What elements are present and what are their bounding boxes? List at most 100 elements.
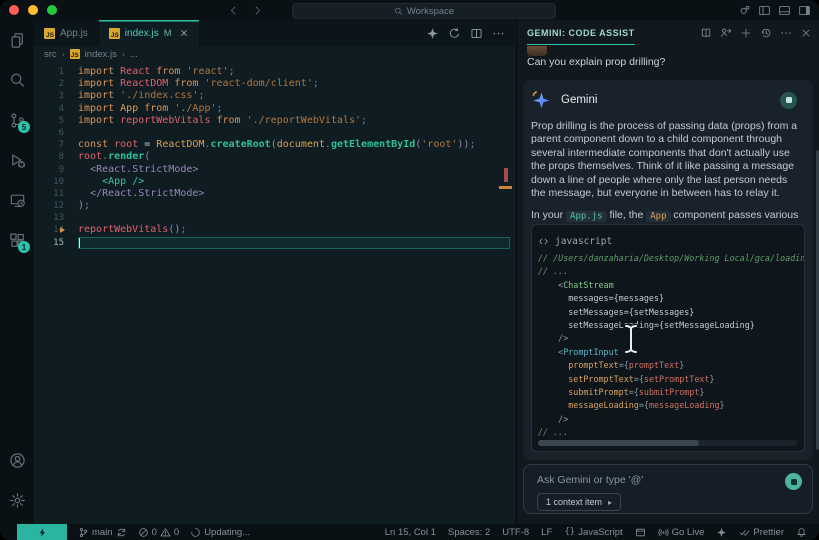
remote-indicator[interactable] <box>17 524 67 540</box>
split-icon[interactable] <box>470 27 483 40</box>
browser-icon <box>635 527 646 538</box>
feedback-icon[interactable] <box>720 27 732 39</box>
code-block-line: messageLoading={messageLoading} <box>538 400 725 411</box>
sparkle-icon[interactable] <box>426 27 439 40</box>
line-number: 8 <box>58 152 64 163</box>
command-center[interactable]: Workspace <box>292 3 556 19</box>
close-icon[interactable] <box>179 28 189 38</box>
status-ln-15-col-1[interactable]: Ln 15, Col 1 <box>385 527 436 538</box>
activity-source-control[interactable]: 5 <box>0 100 34 140</box>
account-icon <box>9 452 26 469</box>
tab-index.js[interactable]: JS index.js M <box>98 20 200 46</box>
status-bar: main 0 0 Updating... Ln 15, Col 1 Spaces… <box>0 524 819 540</box>
forward-arrow-icon[interactable] <box>252 5 263 16</box>
assistant-paragraph: Prop drilling is the process of passing … <box>531 120 798 200</box>
layout-panel-icon[interactable] <box>778 4 791 17</box>
back-arrow-icon[interactable] <box>228 5 239 16</box>
status-bell[interactable] <box>796 527 807 538</box>
status-prettier[interactable]: Prettier <box>739 527 784 538</box>
close-window-button[interactable] <box>9 5 19 15</box>
code-line[interactable]: root.render( <box>78 151 510 163</box>
plus-icon[interactable] <box>740 27 752 39</box>
activity-settings[interactable] <box>0 480 34 520</box>
loop-icon[interactable] <box>448 27 461 40</box>
line-number: 4 <box>58 103 64 114</box>
status-javascript[interactable]: {} JavaScript <box>564 527 623 538</box>
code-line[interactable]: ); <box>78 200 510 212</box>
assistant-name: Gemini <box>561 94 598 106</box>
history-icon[interactable] <box>760 27 772 39</box>
gemini-input-placeholder: Ask Gemini or type '@' <box>537 474 644 486</box>
context-items-button[interactable]: 1 context item ▸ <box>537 493 622 511</box>
code-line[interactable]: reportWebVitals(); <box>78 224 510 236</box>
git-branch-item[interactable]: main <box>78 527 127 538</box>
tab-App.js[interactable]: JS App.js <box>34 20 99 46</box>
activity-explorer[interactable] <box>0 20 34 60</box>
activity-account[interactable] <box>0 440 34 480</box>
status-spaces-2[interactable]: Spaces: 2 <box>448 527 490 538</box>
code-line[interactable]: import React from 'react'; <box>78 66 510 78</box>
horizontal-scrollbar[interactable] <box>538 440 798 446</box>
activity-search[interactable] <box>0 60 34 100</box>
activity-run-debug[interactable] <box>0 140 34 180</box>
assistant-message-card: Gemini Prop drilling is the process of p… <box>523 80 813 460</box>
status-browser[interactable] <box>635 527 646 538</box>
code-line[interactable]: <React.StrictMode> <box>78 164 510 176</box>
ellipsis-icon[interactable] <box>780 27 792 39</box>
warning-icon <box>160 527 171 538</box>
gemini-input-box[interactable]: Ask Gemini or type '@' 1 context item ▸ <box>523 464 813 514</box>
minimize-window-button[interactable] <box>28 5 38 15</box>
explorer-icon <box>9 32 26 49</box>
gemini-panel-title[interactable]: GEMINI: CODE ASSIST <box>527 21 635 45</box>
line-number: 15 <box>53 237 64 248</box>
code-line[interactable] <box>78 212 510 224</box>
layout-sidebar-right-icon[interactable] <box>798 4 811 17</box>
code-block-line: <PromptInput <box>538 346 619 357</box>
line-number: 11 <box>53 188 64 199</box>
book-icon[interactable] <box>700 27 712 39</box>
code-line[interactable]: import './index.css'; <box>78 90 510 102</box>
code-tag-icon <box>538 236 549 247</box>
scrollbar-thumb[interactable] <box>538 440 700 446</box>
search-icon <box>394 7 403 16</box>
status-utf-8[interactable]: UTF-8 <box>502 527 529 538</box>
code-line[interactable]: </React.StrictMode> <box>78 188 510 200</box>
inline-code: App <box>646 210 671 222</box>
panel-scrollbar[interactable] <box>815 150 819 450</box>
code-line[interactable]: import ReactDOM from 'react-dom/client'; <box>78 78 510 90</box>
code-block-line: submitPrompt={submitPrompt} <box>538 386 705 397</box>
code-block-line: /> <box>538 413 569 424</box>
breadcrumb[interactable]: src › JS index.js ›... <box>34 46 515 62</box>
code-block-line: promptText={promptText} <box>538 360 685 371</box>
activity-remote-explorer[interactable] <box>0 180 34 220</box>
code-line[interactable]: const root = ReactDOM.createRoot(documen… <box>78 139 510 151</box>
line-number: 9 <box>58 164 64 175</box>
problems-item[interactable]: 0 0 <box>138 527 179 538</box>
gemini-panel-header: GEMINI: CODE ASSIST <box>517 20 819 46</box>
layout-sidebar-left-icon[interactable] <box>758 4 771 17</box>
javascript-file-icon: JS <box>44 27 55 39</box>
status-sparkle[interactable] <box>716 527 727 538</box>
code-line[interactable]: import reportWebVitals from './reportWeb… <box>78 115 510 127</box>
code-line[interactable] <box>78 236 510 249</box>
ellipsis-icon[interactable] <box>492 27 505 40</box>
code-editor[interactable]: 1 2 3 4 5 6 7 8 9 10 11 12 13 14 15 import React from … <box>34 62 515 524</box>
traffic-lights <box>9 5 57 15</box>
code-line[interactable]: import App from './App'; <box>78 103 510 115</box>
text-caret <box>78 237 80 248</box>
chevron-right-icon: ▸ <box>608 497 613 507</box>
activity-extensions[interactable]: 1 <box>0 220 34 260</box>
code-line[interactable] <box>78 127 510 139</box>
status-lf[interactable]: LF <box>541 527 552 538</box>
git-modified-badge: M <box>163 27 172 39</box>
updating-item[interactable]: Updating... <box>190 527 250 538</box>
code-line[interactable]: <App /> <box>78 176 510 188</box>
badge: 5 <box>18 121 30 133</box>
close-icon[interactable] <box>800 27 812 39</box>
stop-generating-button[interactable] <box>780 91 797 109</box>
code-block-line: /> <box>538 333 569 344</box>
account-status-icon[interactable] <box>738 4 751 17</box>
stop-button[interactable] <box>785 473 802 490</box>
status-go-live[interactable]: Go Live <box>658 527 704 538</box>
zoom-window-button[interactable] <box>47 5 57 15</box>
